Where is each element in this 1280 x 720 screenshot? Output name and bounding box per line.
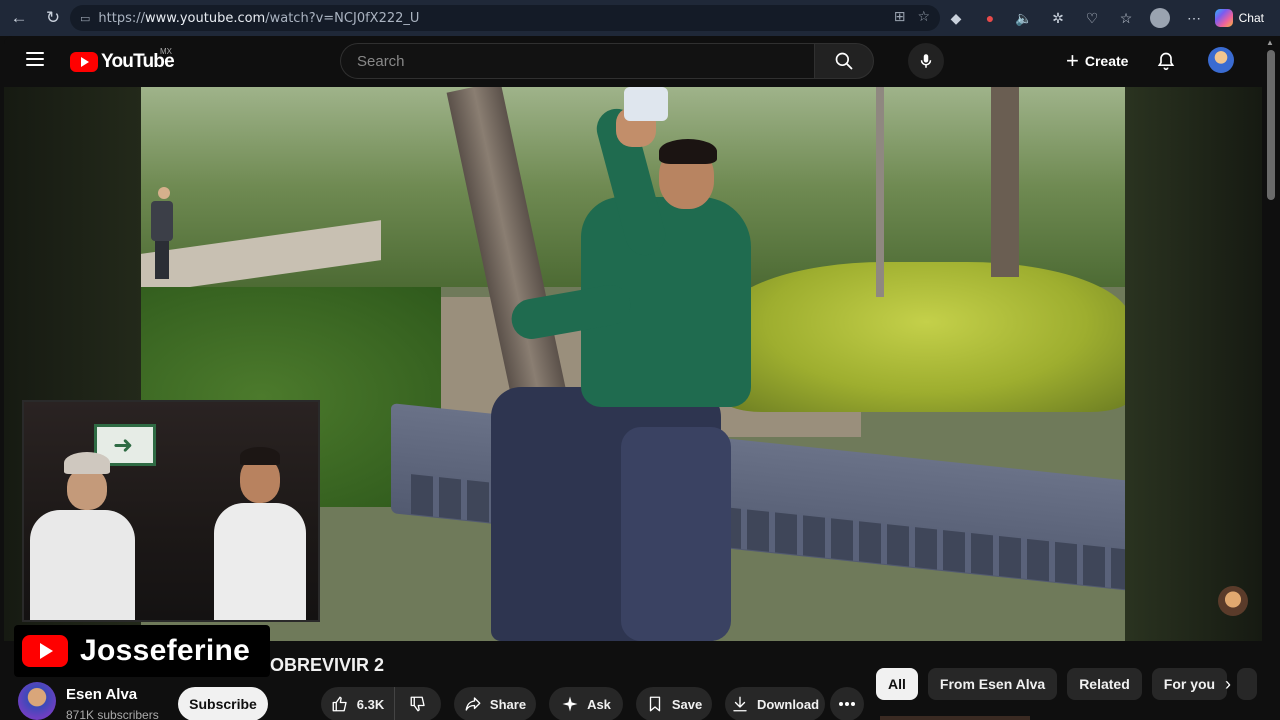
mute-icon[interactable]: 🔈 (1012, 6, 1036, 30)
user-avatar[interactable] (1208, 47, 1234, 73)
video-scene-hedge-right (721, 262, 1125, 412)
player-right-fill (1125, 87, 1262, 641)
thumbs-down-icon (410, 696, 425, 712)
copilot-icon (1214, 9, 1233, 27)
share-button[interactable]: Share (454, 687, 536, 720)
recommendation-chips: All From Esen Alva Related For you (876, 668, 1258, 700)
channel-avatar[interactable] (18, 682, 56, 720)
thumbs-up-icon (332, 696, 347, 712)
settings-more-icon[interactable]: ⋯ (1182, 6, 1206, 30)
favorite-star-icon[interactable]: ☆ (917, 9, 930, 25)
download-button[interactable]: Download (725, 687, 825, 720)
back-arrow-icon[interactable]: ← (4, 3, 34, 33)
chevron-right-icon[interactable]: › (1212, 668, 1244, 700)
url-path: /watch?v=NCJ0fX222_U (265, 10, 420, 26)
more-dots-icon (839, 702, 855, 706)
download-icon (733, 696, 747, 712)
like-dislike-group: 6.3K (321, 687, 441, 720)
lamp-post (876, 87, 884, 297)
copilot-chat-button[interactable]: Chat (1207, 5, 1272, 31)
create-label: Create (1084, 53, 1129, 69)
chat-label: Chat (1238, 11, 1264, 25)
notification-bell-icon[interactable] (1154, 49, 1178, 73)
channel-watermark: Josseferine (14, 625, 270, 677)
watermark-text: Josseferine (80, 634, 251, 667)
video-person (491, 87, 771, 641)
performance-icon[interactable]: ♡ (1080, 6, 1104, 30)
voice-search-button[interactable] (908, 43, 944, 79)
favorites-icon[interactable]: ☆ (1114, 6, 1138, 30)
like-count: 6.3K (356, 696, 385, 712)
masthead: YouTube MX + Create (4, 36, 1262, 86)
youtube-play-icon (70, 52, 98, 72)
url-prefix: https:// (98, 10, 146, 26)
youtube-play-icon (22, 635, 68, 667)
save-button[interactable]: Save (636, 687, 712, 720)
chip-from-channel[interactable]: From Esen Alva (927, 668, 1058, 700)
reactor-right (204, 447, 314, 620)
youtube-logo[interactable]: YouTube MX (70, 47, 175, 73)
plus-icon: + (1066, 48, 1079, 73)
browser-toolbar: ← ↻ ▭ https://www.youtube.com/watch?v=NC… (0, 0, 1280, 36)
hamburger-menu-icon[interactable] (26, 52, 44, 66)
subscribe-button[interactable]: Subscribe (178, 687, 268, 720)
reload-icon[interactable]: ↻ (38, 3, 68, 33)
address-bar[interactable]: ▭ https://www.youtube.com/watch?v=NCJ0fX… (70, 5, 940, 31)
share-arrow-icon (465, 697, 481, 711)
country-code: MX (160, 47, 172, 56)
scroll-thumb[interactable] (1267, 50, 1275, 200)
search-box (340, 43, 874, 79)
video-title: OBREVIVIR 2 (270, 655, 385, 675)
mascot-emoji-icon (1218, 586, 1248, 616)
dislike-button[interactable] (395, 687, 441, 720)
profile-icon[interactable] (1148, 6, 1172, 30)
ask-button[interactable]: Ask (549, 687, 623, 720)
tree-trunk (991, 87, 1019, 277)
search-icon (835, 52, 853, 70)
subscriber-count: 871K subscribers (66, 708, 159, 720)
recommendation-thumbnail-edge[interactable] (880, 716, 1030, 720)
reaction-cam-overlay (22, 400, 320, 622)
bookmark-icon (649, 696, 660, 712)
ask-label: Ask (587, 696, 611, 712)
download-label: Download (756, 696, 820, 712)
page-scrollbar[interactable]: ▲ (1262, 36, 1280, 720)
create-button[interactable]: + Create (1054, 43, 1140, 79)
search-input[interactable] (340, 43, 815, 79)
extensions-puzzle-icon[interactable]: ✲ (1046, 6, 1070, 30)
reactor-left (30, 452, 135, 620)
save-label: Save (671, 696, 703, 712)
extension-red-icon[interactable]: ● (978, 6, 1002, 30)
more-actions-button[interactable] (830, 687, 864, 720)
url-domain: www.youtube.com (145, 10, 266, 26)
like-button[interactable]: 6.3K (321, 687, 395, 720)
extension-shield-icon[interactable]: ◆ (944, 6, 968, 30)
scroll-up-icon[interactable]: ▲ (1266, 38, 1274, 47)
chip-related[interactable]: Related (1067, 668, 1142, 700)
sparkle-icon (562, 696, 578, 712)
channel-name[interactable]: Esen Alva (66, 686, 137, 703)
chip-all[interactable]: All (876, 668, 918, 700)
app-install-icon[interactable]: ⊞ (894, 9, 906, 25)
youtube-page: YouTube MX + Create (4, 36, 1262, 720)
video-pedestrian (151, 187, 177, 282)
microphone-icon (920, 54, 932, 68)
share-label: Share (489, 696, 527, 712)
search-button[interactable] (814, 43, 874, 79)
site-info-icon[interactable]: ▭ (80, 12, 90, 25)
